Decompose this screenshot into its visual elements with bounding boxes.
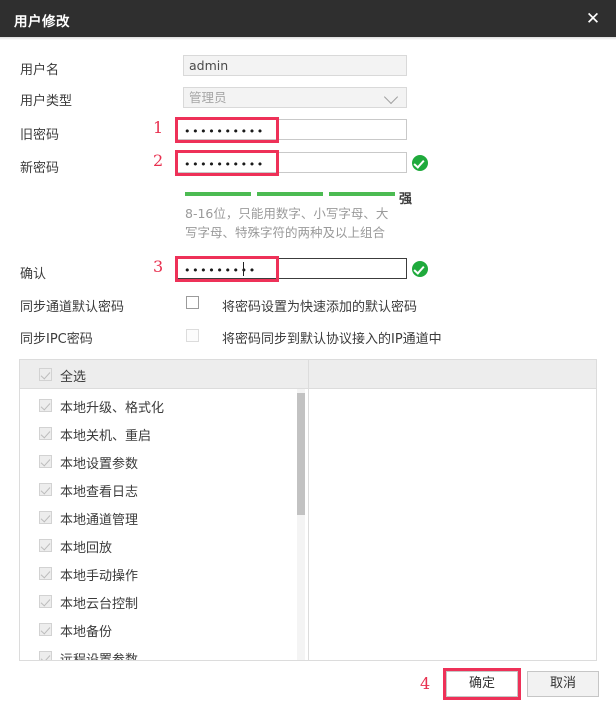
permissions-column-divider	[308, 360, 309, 660]
select-all-label: 全选	[60, 370, 87, 385]
username-label: 用户名	[20, 63, 60, 78]
permission-checkbox	[39, 595, 52, 608]
permission-checkbox	[39, 539, 52, 552]
sync-ipc-checkbox	[186, 329, 199, 342]
permission-checkbox	[39, 651, 52, 660]
strength-segment-1	[185, 192, 251, 196]
list-item[interactable]: 本地升级、格式化	[20, 391, 308, 419]
sync-ipc-label: 同步IPC密码	[20, 332, 93, 347]
permission-checkbox	[39, 623, 52, 636]
usertype-label: 用户类型	[20, 94, 73, 109]
new-password-valid-icon	[412, 155, 428, 171]
annotation-number-3: 3	[153, 257, 164, 276]
close-icon[interactable]: ✕	[580, 6, 606, 32]
permission-label: 本地关机、重启	[60, 429, 152, 444]
list-item[interactable]: 本地查看日志	[20, 475, 308, 503]
annotation-number-1: 1	[153, 118, 164, 137]
permission-checkbox	[39, 399, 52, 412]
list-item[interactable]: 本地备份	[20, 615, 308, 643]
annotation-number-2: 2	[153, 151, 164, 170]
text-caret	[243, 262, 244, 276]
list-item[interactable]: 本地设置参数	[20, 447, 308, 475]
permission-checkbox	[39, 483, 52, 496]
dialog-title: 用户修改	[14, 14, 70, 30]
sync-channel-label: 同步通道默认密码	[20, 300, 125, 315]
permission-label: 本地通道管理	[60, 513, 139, 528]
permissions-panel: 全选 本地升级、格式化 本地关机、重启 本地设置参数 本地查看日志 本地通道管理…	[19, 359, 597, 661]
old-password-value: ••••••••••	[184, 125, 265, 138]
permission-label: 本地回放	[60, 541, 113, 556]
username-input: admin	[183, 55, 407, 76]
strength-segment-2	[257, 192, 323, 196]
sync-channel-checkbox[interactable]	[186, 296, 199, 309]
strength-segment-3	[329, 192, 395, 196]
ok-button[interactable]: 确定	[446, 671, 518, 697]
old-password-label: 旧密码	[20, 128, 60, 143]
annotation-number-4: 4	[420, 674, 431, 693]
permissions-scrollbar-thumb[interactable]	[297, 393, 305, 515]
permission-label: 本地设置参数	[60, 457, 139, 472]
list-item[interactable]: 本地云台控制	[20, 587, 308, 615]
dialog-titlebar: 用户修改 ✕	[0, 0, 616, 37]
permission-label: 本地云台控制	[60, 597, 139, 612]
permission-label: 本地备份	[60, 625, 113, 640]
new-password-label: 新密码	[20, 161, 60, 176]
list-item[interactable]: 本地回放	[20, 531, 308, 559]
password-hint-line1: 8-16位，只能用数字、小写字母、大	[185, 206, 389, 221]
list-item[interactable]: 远程设置参数	[20, 643, 308, 661]
permission-checkbox	[39, 567, 52, 580]
list-item[interactable]: 本地手动操作	[20, 559, 308, 587]
password-hint-line2: 写字母、特殊字符的两种及以上组合	[185, 225, 386, 240]
permission-checkbox	[39, 427, 52, 440]
titlebar-shadow	[0, 37, 616, 40]
permission-checkbox	[39, 455, 52, 468]
permission-label: 本地查看日志	[60, 485, 139, 500]
sync-channel-text: 将密码设置为快速添加的默认密码	[222, 300, 418, 315]
confirm-password-valid-icon	[412, 261, 428, 277]
permission-select-all-row[interactable]: 全选	[20, 360, 308, 388]
permission-checkbox	[39, 511, 52, 524]
permission-label: 远程设置参数	[60, 653, 139, 661]
sync-ipc-text: 将密码同步到默认协议接入的IP通道中	[222, 332, 442, 347]
cancel-button[interactable]: 取消	[527, 671, 599, 697]
usertype-select: 管理员	[183, 87, 407, 108]
list-item[interactable]: 本地通道管理	[20, 503, 308, 531]
new-password-value: ••••••••••	[184, 158, 265, 171]
permission-label: 本地升级、格式化	[60, 401, 165, 416]
select-all-checkbox	[39, 368, 52, 381]
list-item[interactable]: 本地关机、重启	[20, 419, 308, 447]
confirm-password-value: •••••••••	[184, 264, 257, 277]
confirm-password-label: 确认	[20, 267, 47, 282]
permission-label: 本地手动操作	[60, 569, 139, 584]
